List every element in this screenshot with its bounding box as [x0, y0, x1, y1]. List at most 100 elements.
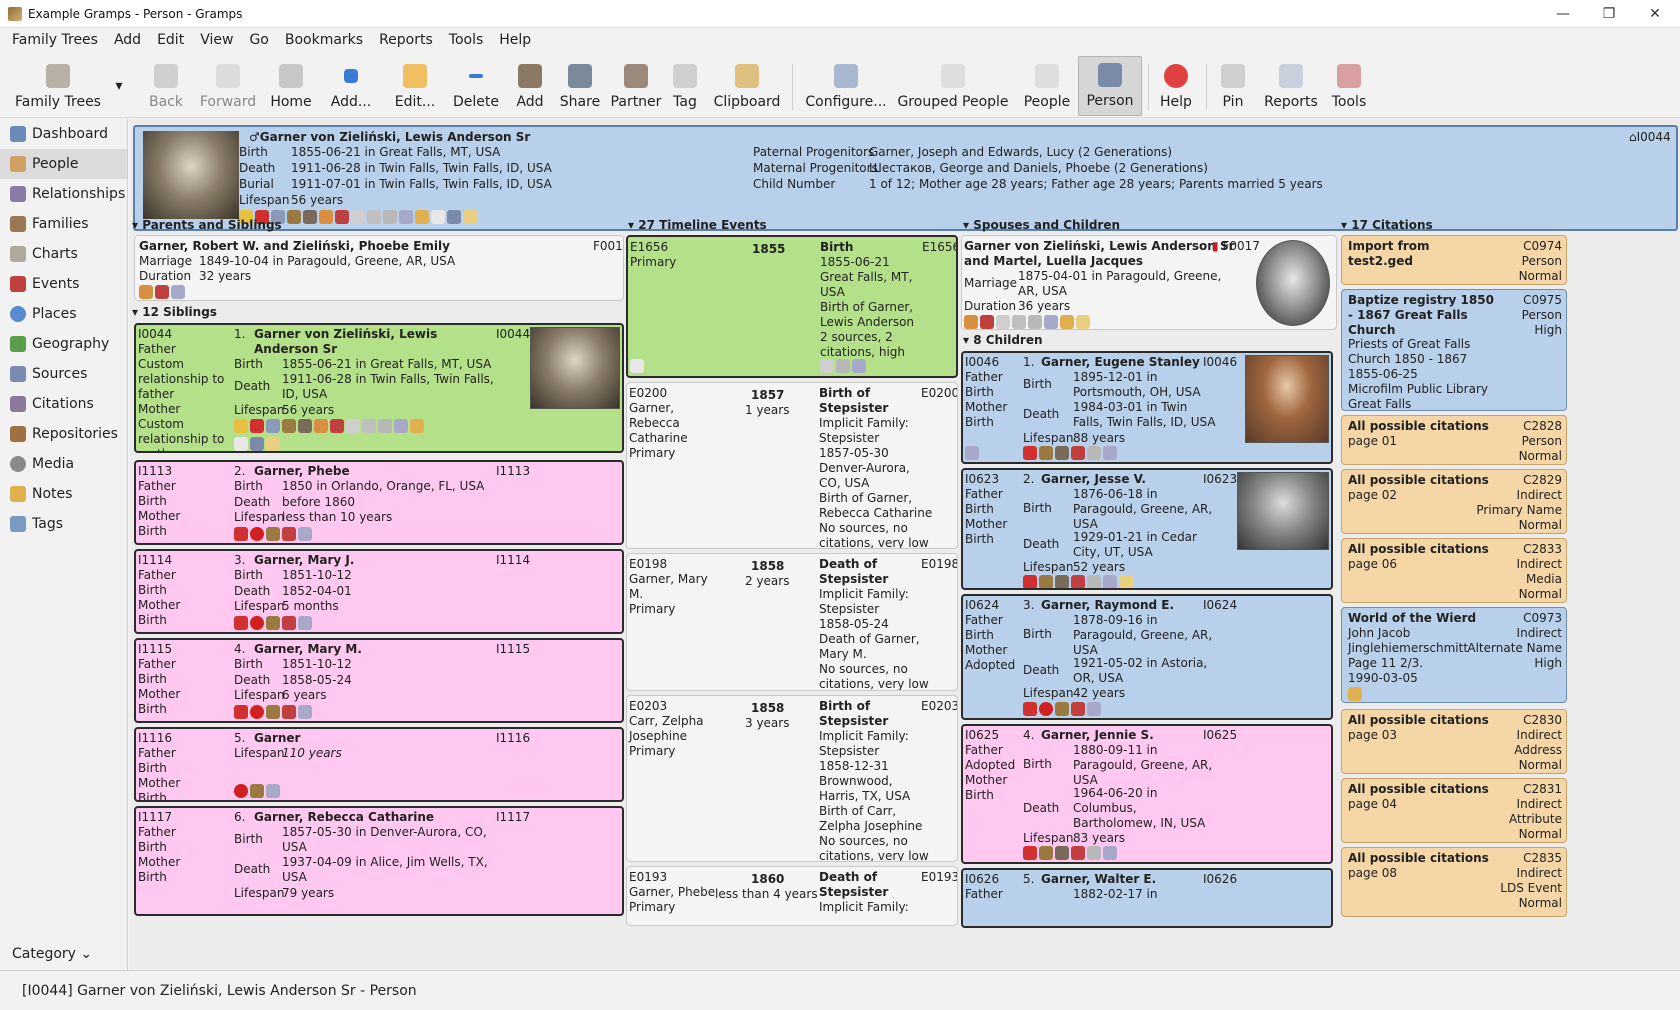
minimize-button[interactable]: — — [1540, 0, 1586, 28]
citation-card[interactable]: All possible citations C2828 page 01 Per… — [1341, 415, 1567, 465]
timeline-event-card[interactable]: E1656 Primary 1855 Birth E1656 1855-06-2… — [626, 235, 958, 378]
child-card[interactable]: I0626 Father 5. Garner, Walter E. I0626 … — [961, 868, 1333, 928]
tag-button[interactable]: Tag — [668, 56, 702, 116]
timeline-event-card[interactable]: E0193 Garner, Phebe Primary 1860 less th… — [626, 866, 958, 926]
person-view-button[interactable]: Person — [1078, 56, 1142, 116]
sidebar-item-relationships[interactable]: Relationships — [0, 179, 127, 209]
spouse-photo[interactable] — [1256, 240, 1330, 326]
timeline-event-card[interactable]: E0198 Garner, Mary M. Primary 1858 2 yea… — [626, 553, 958, 691]
partner-button[interactable]: Partner — [608, 56, 664, 116]
citation-card[interactable]: World of the Wierd C0973 John Jacob Jing… — [1341, 607, 1567, 703]
event-detail: 1855-06-21 Great Falls, MT, USA Birth of… — [820, 255, 915, 359]
sibling-card[interactable]: I1115 Father Birth Mother Birth 4. Garne… — [134, 638, 624, 723]
forward-button[interactable]: Forward — [196, 56, 260, 116]
sidebar-item-repositories[interactable]: Repositories — [0, 419, 127, 449]
citation-card[interactable]: All possible citations C2829 page 02 Ind… — [1341, 469, 1567, 534]
child-card[interactable]: I0046 Father Birth Mother Birth 1. Garne… — [961, 351, 1333, 464]
menu-tools[interactable]: Tools — [441, 32, 492, 48]
timeline-event-card[interactable]: E0203 Carr, Zelpha Josephine Primary 185… — [626, 695, 958, 862]
sibling-relations: Father Birth Mother Birth — [138, 746, 181, 802]
collapse-icon[interactable]: ▾ — [963, 333, 969, 347]
menu-edit[interactable]: Edit — [149, 32, 192, 48]
back-button[interactable]: Back — [140, 56, 192, 116]
sidebar-item-dashboard[interactable]: Dashboard — [0, 119, 127, 149]
grouped-people-view-button[interactable]: Grouped People — [897, 56, 1009, 116]
menu-bookmarks[interactable]: Bookmarks — [277, 32, 371, 48]
citation-card[interactable]: Import from test2.ged C0974 Person Norma… — [1341, 235, 1567, 285]
events-icon — [335, 210, 349, 224]
sibling-id: I1116 — [138, 731, 173, 745]
clipboard-button[interactable]: Clipboard — [710, 56, 784, 116]
maximize-button[interactable]: ❐ — [1586, 0, 1632, 28]
citation-body: Priests of Great Falls Church 1850 - 186… — [1348, 337, 1488, 411]
sibling-id-right: I1113 — [496, 464, 531, 478]
collapse-icon[interactable]: ▾ — [963, 218, 969, 232]
help-button[interactable]: Help — [1154, 56, 1198, 116]
sidebar-item-events[interactable]: Events — [0, 269, 127, 299]
citation-card[interactable]: All possible citations C2835 page 08 Ind… — [1341, 847, 1567, 917]
tags-icon — [10, 516, 26, 532]
citation-card[interactable]: All possible citations C2830 page 03 Ind… — [1341, 709, 1567, 774]
sidebar-item-notes[interactable]: Notes — [0, 479, 127, 509]
add-person-button[interactable]: Add... — [320, 56, 382, 116]
active-person-name[interactable]: Garner von Zieliński, Lewis Anderson Sr — [260, 130, 531, 144]
menu-help[interactable]: Help — [491, 32, 539, 48]
tools-button[interactable]: Tools — [1326, 56, 1372, 116]
child-photo[interactable] — [1245, 355, 1329, 443]
citation-target: Attribute — [1509, 812, 1562, 826]
lds-icon — [298, 527, 312, 541]
child-card[interactable]: I0624 Father Birth Mother Adopted 3. Gar… — [961, 594, 1333, 720]
sibling-card[interactable]: I1113 Father Birth Mother Birth 2. Garne… — [134, 460, 624, 545]
family-trees-dropdown[interactable]: ▾ — [112, 56, 126, 116]
spouse-family-card[interactable]: Garner von Zieliński, Lewis Anderson Sr … — [961, 235, 1337, 330]
pin-button[interactable]: Pin — [1214, 56, 1252, 116]
menu-family-trees[interactable]: Family Trees — [4, 32, 106, 48]
add-relation-button[interactable]: Add — [508, 56, 552, 116]
delete-person-button[interactable]: Delete — [448, 56, 504, 116]
menu-view[interactable]: View — [192, 32, 241, 48]
sidebar-item-charts[interactable]: Charts — [0, 239, 127, 269]
reports-button[interactable]: Reports — [1262, 56, 1320, 116]
collapse-icon[interactable]: ▾ — [132, 218, 138, 232]
citation-card[interactable]: Baptize registry 1850 - 1867 Great Falls… — [1341, 289, 1567, 411]
sidebar-item-places[interactable]: Places — [0, 299, 127, 329]
edit-person-button[interactable]: Edit... — [386, 56, 444, 116]
collapse-icon[interactable]: ▾ — [628, 218, 634, 232]
sibling-photo[interactable] — [530, 327, 620, 409]
menu-add[interactable]: Add — [106, 32, 149, 48]
close-button[interactable]: ✕ — [1632, 0, 1678, 28]
child-card[interactable]: I0623 Father Birth Mother Birth 2. Garne… — [961, 468, 1333, 590]
sidebar-item-tags[interactable]: Tags — [0, 509, 127, 539]
child-card[interactable]: I0625 Father Adopted Mother Birth 4. Gar… — [961, 724, 1333, 864]
active-person-photo[interactable] — [143, 131, 239, 219]
collapse-icon[interactable]: ▾ — [1341, 218, 1347, 232]
parent-family-card[interactable]: Garner, Robert W. and Zieliński, Phoebe … — [134, 235, 624, 301]
people-view-button[interactable]: People — [1020, 56, 1074, 116]
collapse-icon[interactable]: ▾ — [132, 305, 138, 319]
citation-card[interactable]: All possible citations C2831 page 04 Ind… — [1341, 778, 1567, 843]
sibling-card[interactable]: I1116 Father Birth Mother Birth 5. Garne… — [134, 727, 624, 802]
citation-card[interactable]: All possible citations C2833 page 06 Ind… — [1341, 538, 1567, 603]
sidebar-item-geography[interactable]: Geography — [0, 329, 127, 359]
share-button[interactable]: Share — [556, 56, 604, 116]
menu-reports[interactable]: Reports — [371, 32, 441, 48]
timeline-event-card[interactable]: E0200 Garner, Rebecca Catharine Primary … — [626, 382, 958, 549]
death-label: Death — [234, 495, 271, 509]
menu-go[interactable]: Go — [241, 32, 276, 48]
sidebar-item-media[interactable]: Media — [0, 449, 127, 479]
sibling-card[interactable]: I0044 Father Custom relationship to fath… — [134, 323, 624, 453]
family-trees-button[interactable]: Family Trees — [14, 56, 102, 116]
configure-button[interactable]: Configure... — [804, 56, 888, 116]
sidebar-item-citations[interactable]: Citations — [0, 389, 127, 419]
home-button[interactable]: Home — [266, 56, 316, 116]
sibling-card[interactable]: I1117 Father Birth Mother Birth 6. Garne… — [134, 806, 624, 916]
media-icon — [447, 210, 461, 224]
sidebar-item-families[interactable]: Families — [0, 209, 127, 239]
child-photo[interactable] — [1237, 472, 1329, 550]
sibling-card[interactable]: I1114 Father Birth Mother Birth 3. Garne… — [134, 549, 624, 634]
category-selector[interactable]: Category ⌄ — [12, 946, 92, 962]
family-icon — [287, 210, 301, 224]
sidebar-item-people[interactable]: People — [0, 149, 127, 179]
event-id: E0198 — [629, 557, 668, 571]
sidebar-item-sources[interactable]: Sources — [0, 359, 127, 389]
